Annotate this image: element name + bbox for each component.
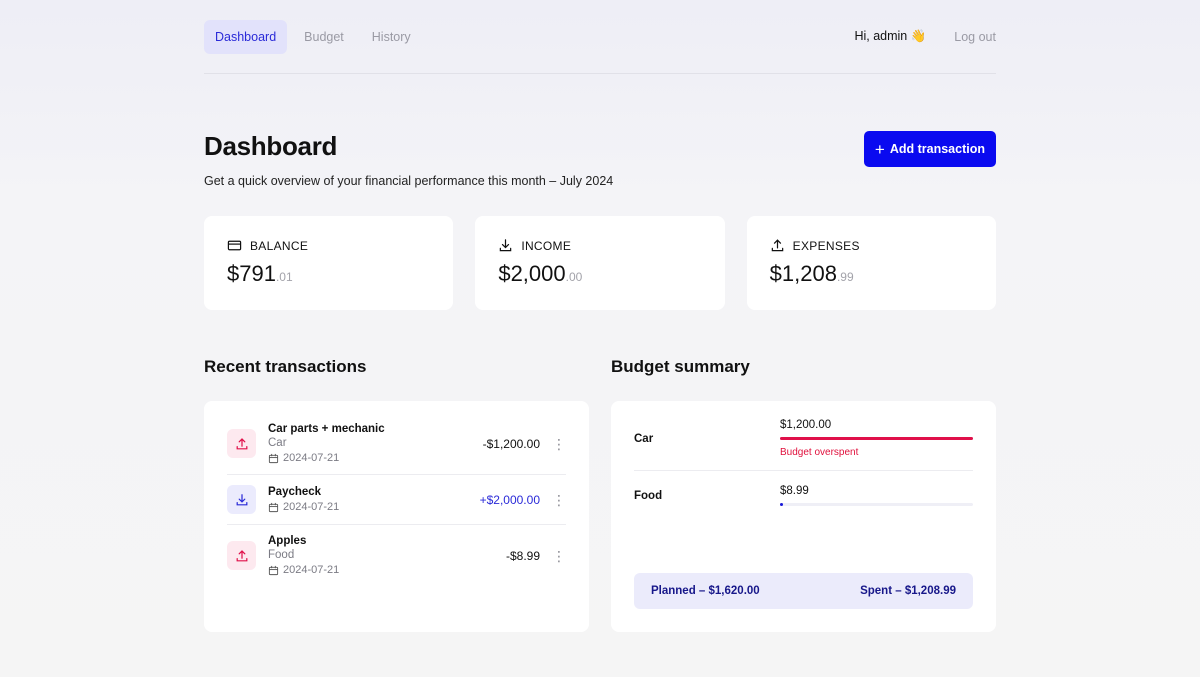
calendar-icon xyxy=(268,502,279,512)
transaction-date-text: 2024-07-21 xyxy=(283,452,340,464)
transaction-name: Apples xyxy=(268,535,307,547)
upload-icon xyxy=(236,437,247,449)
budget-amount: $1,200.00 xyxy=(780,419,832,431)
budget-progress-bar xyxy=(780,437,973,440)
recent-transactions-title: Recent transactions xyxy=(204,357,367,376)
transaction-name: Paycheck xyxy=(268,486,322,498)
budget-totals: Planned – $1,620.00 Spent – $1,208.99 xyxy=(634,573,973,609)
expense-icon-badge xyxy=(227,429,256,458)
budget-progress-fill xyxy=(780,437,973,440)
upload-icon xyxy=(771,239,783,252)
budget-row: Food $8.99 xyxy=(634,485,973,518)
transaction-date: 2024-07-21 xyxy=(268,452,450,464)
budget-planned: Planned – $1,620.00 xyxy=(651,585,760,597)
page-container: Dashboard Budget History Hi, admin 👋 Log… xyxy=(204,0,996,632)
transaction-amount: -$8.99 xyxy=(505,548,540,563)
more-vertical-icon[interactable]: ⋮ xyxy=(540,437,566,451)
stat-label: INCOME xyxy=(521,238,572,253)
budget-card: Car $1,200.00 Budget overspent Food $8.9… xyxy=(611,401,996,632)
nav-links: Dashboard Budget History xyxy=(204,19,422,54)
income-icon-badge xyxy=(227,485,256,514)
transaction-amount: -$1,200.00 xyxy=(482,436,540,451)
calendar-icon xyxy=(268,453,279,463)
stat-value: $1,208.99 xyxy=(770,261,973,287)
budget-spent: Spent – $1,208.99 xyxy=(860,585,956,597)
stat-dollars: $791 xyxy=(227,261,276,286)
budget-row: Car $1,200.00 Budget overspent xyxy=(634,419,973,471)
stat-dollars: $2,000 xyxy=(498,261,566,286)
expense-icon-badge xyxy=(227,541,256,570)
page-subtitle: Get a quick overview of your financial p… xyxy=(204,174,614,188)
stat-value: $2,000.00 xyxy=(498,261,701,287)
download-icon xyxy=(236,493,247,505)
transaction-row[interactable]: Paycheck 2024-07-21 +$2,000.00 ⋮ xyxy=(227,475,566,525)
add-transaction-label: Add transaction xyxy=(889,142,985,156)
transactions-card: Car parts + mechanic Car 2024-07-21 -$1,… xyxy=(204,401,589,632)
nav-user-area: Hi, admin 👋 Log out xyxy=(854,29,996,44)
more-vertical-icon[interactable]: ⋮ xyxy=(540,493,566,507)
transaction-date-text: 2024-07-21 xyxy=(283,564,340,576)
transaction-category: Food xyxy=(268,549,295,561)
stat-card-balance: BALANCE $791.01 xyxy=(204,216,454,310)
stat-value: $791.01 xyxy=(227,261,430,287)
stat-label: BALANCE xyxy=(250,238,309,253)
transaction-category: Car xyxy=(268,437,287,449)
upload-icon xyxy=(236,549,247,561)
budget-summary-title: Budget summary xyxy=(611,357,750,376)
stat-card-expenses: EXPENSES $1,208.99 xyxy=(746,216,996,310)
transaction-amount: +$2,000.00 xyxy=(479,492,540,507)
stat-cents: .00 xyxy=(565,270,583,284)
download-icon xyxy=(500,239,512,252)
nav-link-history[interactable]: History xyxy=(361,20,422,54)
transaction-row[interactable]: Car parts + mechanic Car 2024-07-21 -$1,… xyxy=(227,413,566,475)
stat-label: EXPENSES xyxy=(792,238,860,253)
nav-link-dashboard[interactable]: Dashboard xyxy=(204,19,288,54)
more-vertical-icon[interactable]: ⋮ xyxy=(540,549,566,563)
budget-category: Food xyxy=(634,489,663,502)
transaction-date-text: 2024-07-21 xyxy=(283,501,340,513)
transaction-row[interactable]: Apples Food 2024-07-21 -$8.99 ⋮ xyxy=(227,525,566,586)
user-greeting: Hi, admin 👋 xyxy=(854,29,927,43)
logout-link[interactable]: Log out xyxy=(954,30,996,44)
budget-warning: Budget overspent xyxy=(780,447,859,458)
stat-dollars: $1,208 xyxy=(769,261,837,286)
budget-progress-bar xyxy=(780,503,973,506)
plus-icon: + xyxy=(874,139,885,159)
credit-card-icon xyxy=(227,240,242,251)
calendar-icon xyxy=(268,565,279,575)
stat-card-income: INCOME $2,000.00 xyxy=(475,216,725,310)
transaction-date: 2024-07-21 xyxy=(268,564,450,576)
stat-cents: .99 xyxy=(836,270,854,284)
top-nav: Dashboard Budget History Hi, admin 👋 Log… xyxy=(204,0,996,74)
transaction-name: Car parts + mechanic xyxy=(268,423,385,435)
budget-category: Car xyxy=(634,432,654,445)
budget-amount: $8.99 xyxy=(780,485,809,497)
page-header: Dashboard Get a quick overview of your f… xyxy=(204,131,996,188)
nav-link-budget[interactable]: Budget xyxy=(293,20,355,54)
budget-progress-fill xyxy=(780,503,783,506)
stats-row: BALANCE $791.01 INCOME $2,000.00 EXPENSE… xyxy=(204,216,996,310)
add-transaction-button[interactable]: + Add transaction xyxy=(863,131,996,167)
transaction-date: 2024-07-21 xyxy=(268,501,450,513)
stat-cents: .01 xyxy=(275,270,293,284)
